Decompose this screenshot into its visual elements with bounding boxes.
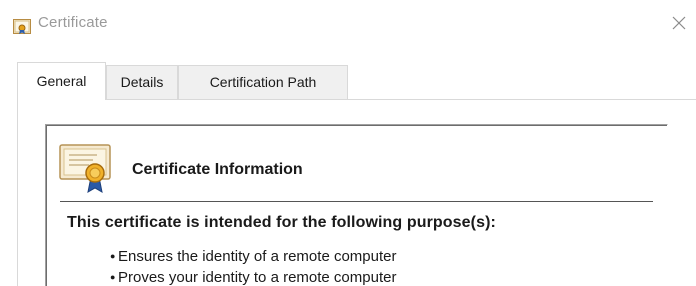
section-divider: [60, 201, 653, 202]
certificate-small-icon: [13, 19, 31, 34]
tab-certification-path-label: Certification Path: [209, 74, 317, 90]
purpose-text: Proves your identity to a remote compute…: [118, 269, 397, 286]
purpose-heading: This certificate is intended for the fol…: [67, 214, 496, 231]
tab-general-label: General: [36, 73, 87, 89]
tab-details[interactable]: Details: [106, 65, 178, 99]
tab-general[interactable]: General: [17, 62, 106, 100]
bullet-icon: ●: [110, 272, 116, 282]
window-title: Certificate: [38, 14, 108, 31]
list-item: ● Proves your identity to a remote comput…: [110, 267, 396, 286]
certificate-info-heading: Certificate Information: [132, 161, 303, 178]
certificate-ribbon-icon: [59, 144, 111, 193]
close-icon[interactable]: [668, 12, 690, 34]
title-bar: Certificate: [0, 0, 696, 44]
tab-certification-path[interactable]: Certification Path: [178, 65, 348, 99]
list-item: ● Ensures the identity of a remote comput…: [110, 246, 396, 267]
certificate-dialog: Certificate General Details Certificatio…: [0, 0, 696, 286]
purpose-text: Ensures the identity of a remote compute…: [118, 248, 397, 265]
purpose-list: ● Ensures the identity of a remote comput…: [110, 246, 396, 286]
tab-details-label: Details: [120, 74, 164, 90]
bullet-icon: ●: [110, 251, 116, 261]
